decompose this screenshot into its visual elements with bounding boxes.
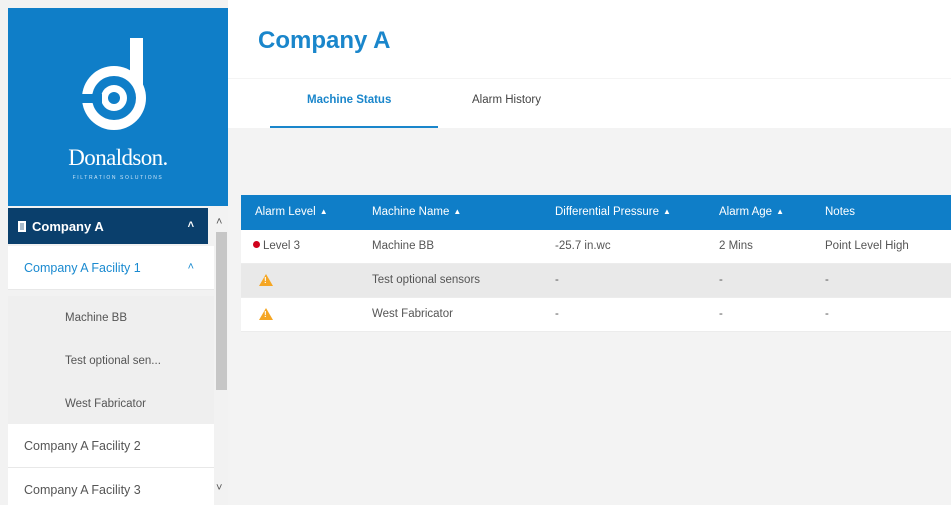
warning-icon <box>259 308 273 320</box>
alarm-age-cell: - <box>719 274 723 286</box>
sort-icon[interactable]: ▲︎ <box>776 207 784 216</box>
column-header-alarm-level[interactable]: Alarm Level ▲︎ <box>255 206 328 218</box>
sidebar-facility-label: Company A Facility 3 <box>24 482 141 497</box>
column-header-differential-pressure[interactable]: Differential Pressure ▲︎ <box>555 206 671 218</box>
alarm-red-dot-icon <box>253 241 260 248</box>
machine-name-cell: Machine BB <box>372 240 435 252</box>
table-header: Alarm Level ▲︎ Machine Name ▲︎ Differentia… <box>241 195 951 230</box>
sort-icon[interactable]: ▲︎ <box>320 207 328 216</box>
sidebar-machine-west-fabricator[interactable]: West Fabricator <box>8 382 214 426</box>
brand-name: Donaldson. <box>68 145 168 170</box>
pressure-cell: - <box>555 308 559 320</box>
alarm-age-cell: 2 Mins <box>719 240 753 252</box>
donaldson-logo-icon <box>80 38 146 130</box>
column-header-machine-name[interactable]: Machine Name ▲︎ <box>372 206 461 218</box>
sidebar-facility-2[interactable]: Company A Facility 2 <box>8 424 214 468</box>
sidebar-company-label: Company A <box>32 218 104 234</box>
page-title: Company A <box>258 27 391 54</box>
sidebar-machine-bb[interactable]: Machine BB <box>8 296 214 340</box>
sidebar-company[interactable]: Company A ˄ <box>8 208 208 244</box>
scroll-up-icon[interactable]: ˄ <box>216 216 222 228</box>
table-row[interactable]: West Fabricator - - - <box>241 298 951 332</box>
column-header-notes[interactable]: Notes <box>825 206 855 218</box>
sidebar-machine-label: Machine BB <box>65 312 128 324</box>
table-row[interactable]: Level 3 Machine BB -25.7 in.wc 2 Mins Po… <box>241 230 951 264</box>
sort-icon[interactable]: ▲︎ <box>453 207 461 216</box>
sidebar-machine-test-optional[interactable]: Test optional sen... <box>8 339 214 383</box>
chevron-up-icon[interactable]: ˄ <box>188 261 194 273</box>
sidebar-facility-3[interactable]: Company A Facility 3 <box>8 468 214 505</box>
notes-cell: Point Level High <box>825 240 909 252</box>
sidebar-machine-label: Test optional sen... <box>65 355 161 367</box>
column-header-alarm-age[interactable]: Alarm Age ▲︎ <box>719 206 784 218</box>
tab-machine-status[interactable]: Machine Status <box>307 94 391 106</box>
scrollbar-thumb[interactable] <box>216 232 227 390</box>
sort-icon[interactable]: ▲︎ <box>663 207 671 216</box>
brand-tagline: FILTRATION SOLUTIONS <box>72 175 164 181</box>
sidebar-facility-1[interactable]: Company A Facility 1 ˄ <box>8 246 214 290</box>
sidebar-facility-label: Company A Facility 2 <box>24 438 141 453</box>
pressure-cell: - <box>555 274 559 286</box>
scroll-down-icon[interactable]: ˅ <box>216 482 222 494</box>
alarm-age-cell: - <box>719 308 723 320</box>
logo: Donaldson. FILTRATION SOLUTIONS <box>8 8 228 206</box>
chevron-up-icon[interactable]: ˄ <box>188 219 194 231</box>
sidebar-machine-label: West Fabricator <box>65 398 146 410</box>
sidebar: Donaldson. FILTRATION SOLUTIONS Company … <box>0 0 228 505</box>
table-row[interactable]: Test optional sensors - - - <box>241 264 951 298</box>
alarm-level-cell: Level 3 <box>253 240 300 252</box>
sidebar-facility-label: Company A Facility 1 <box>24 260 141 275</box>
machine-status-table: Alarm Level ▲︎ Machine Name ▲︎ Differentia… <box>241 195 951 332</box>
building-icon <box>18 220 26 232</box>
notes-cell: - <box>825 308 829 320</box>
machine-name-cell: Test optional sensors <box>372 274 481 286</box>
tab-alarm-history[interactable]: Alarm History <box>472 94 541 106</box>
warning-icon <box>259 274 273 286</box>
machine-name-cell: West Fabricator <box>372 308 453 320</box>
pressure-cell: -25.7 in.wc <box>555 240 611 252</box>
notes-cell: - <box>825 274 829 286</box>
